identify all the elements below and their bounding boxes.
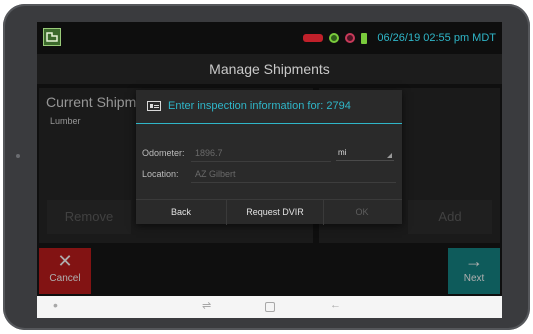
back-button[interactable]: Back	[136, 200, 226, 225]
status-icons: 06/26/19 02:55 pm MDT	[303, 31, 496, 45]
odometer-field[interactable]: 1896.7	[195, 148, 223, 158]
satellite-icon	[345, 33, 356, 43]
inspection-dialog: Enter inspection information for: 2794 O…	[136, 90, 402, 225]
id-card-icon	[147, 101, 161, 111]
gps-icon	[329, 33, 340, 43]
app-logo-icon[interactable]	[43, 28, 61, 46]
dialog-buttons: Back Request DVIR OK	[136, 199, 402, 225]
dialog-header: Enter inspection information for: 2794	[136, 90, 402, 124]
status-datetime: 06/26/19 02:55 pm MDT	[377, 32, 496, 44]
home-icon[interactable]	[265, 302, 275, 312]
android-nav-bar: • ⇌ ←	[37, 296, 502, 318]
odometer-underline	[191, 161, 331, 162]
location-label: Location:	[142, 169, 179, 179]
page-title: Manage Shipments	[209, 61, 330, 77]
dialog-title: Enter inspection information for: 2794	[168, 100, 351, 112]
truck-status-icon[interactable]	[303, 34, 324, 42]
unit-select[interactable]: mi	[336, 146, 394, 161]
dot-icon: •	[53, 297, 58, 313]
screen: 06/26/19 02:55 pm MDT Manage Shipments C…	[37, 22, 502, 318]
back-icon[interactable]: ←	[330, 299, 341, 311]
request-dvir-button[interactable]: Request DVIR	[226, 200, 324, 225]
location-field[interactable]: AZ Gilbert	[195, 169, 236, 179]
location-underline	[191, 182, 396, 183]
odometer-label: Odometer:	[142, 148, 185, 158]
tablet-frame: 06/26/19 02:55 pm MDT Manage Shipments C…	[3, 4, 530, 330]
camera-icon	[16, 154, 20, 158]
unit-value: mi	[338, 148, 347, 157]
recents-icon[interactable]: ⇌	[202, 299, 211, 312]
ok-button[interactable]: OK	[322, 200, 402, 225]
title-bar: Manage Shipments	[37, 54, 502, 84]
status-bar: 06/26/19 02:55 pm MDT	[37, 22, 502, 55]
power-plug-icon	[361, 32, 368, 44]
dropdown-caret-icon	[387, 153, 392, 158]
